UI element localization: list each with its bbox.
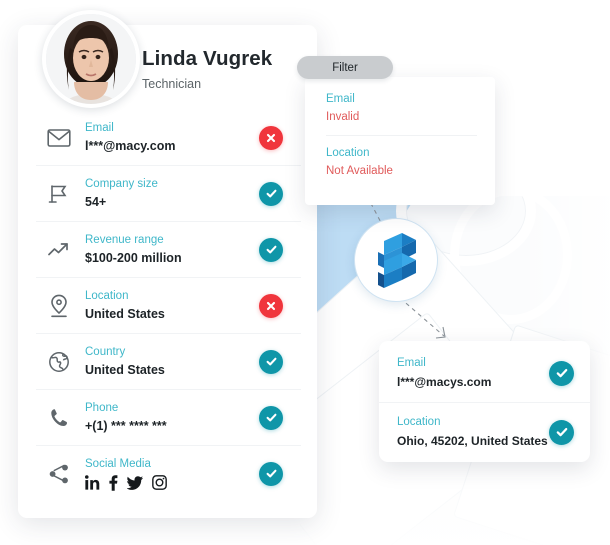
- status-badge-invalid: [259, 293, 283, 318]
- detail-text: Country United States: [82, 345, 259, 378]
- detail-row-phone[interactable]: Phone +(1) *** **** ***: [36, 389, 301, 445]
- profile-card: Linda Vugrek Technician Email l***@macy.…: [18, 10, 317, 518]
- detail-label: Revenue range: [85, 234, 164, 246]
- status-badge-valid: [259, 349, 283, 374]
- detail-text: Social Media: [82, 457, 259, 491]
- facebook-icon[interactable]: [109, 474, 118, 491]
- detail-row-location[interactable]: Location United States: [36, 277, 301, 333]
- status-badge-invalid: [259, 125, 283, 150]
- detail-value: +(1) *** **** ***: [85, 419, 167, 433]
- detail-label: Company size: [85, 178, 158, 190]
- filter-value: Not Available: [326, 165, 393, 177]
- detail-label: Country: [85, 346, 126, 358]
- avatar-photo: [46, 14, 136, 104]
- filter-panel: Email Invalid Location Not Available: [305, 77, 495, 205]
- flag-icon: [36, 183, 82, 205]
- result-row-location[interactable]: Location Ohio, 45202, United States: [379, 402, 590, 461]
- map-pin-icon: [36, 294, 82, 318]
- result-label: Location: [397, 416, 441, 428]
- filter-group-email[interactable]: Email Invalid: [326, 90, 359, 126]
- detail-row-social-media[interactable]: Social Media: [36, 445, 301, 501]
- result-card: Email l***@macys.com Location Ohio, 4520…: [379, 341, 590, 462]
- brand-cube-logo: [378, 233, 416, 288]
- detail-row-company-size[interactable]: Company size 54+: [36, 165, 301, 221]
- person-role: Technician: [142, 77, 202, 91]
- status-badge-valid: [549, 419, 574, 445]
- globe-icon: [36, 351, 82, 373]
- filter-tab-label: Filter: [332, 61, 358, 74]
- result-text: Location Ohio, 45202, United States: [379, 415, 549, 449]
- status-badge-valid: [259, 461, 283, 486]
- detail-label: Email: [85, 122, 114, 134]
- status-badge-valid: [549, 360, 574, 386]
- page-title: Linda Vugrek: [142, 47, 273, 70]
- detail-text: Location United States: [82, 289, 259, 322]
- detail-row-country[interactable]: Country United States: [36, 333, 301, 389]
- filter-label: Location: [326, 147, 370, 159]
- status-badge-valid: [259, 237, 283, 262]
- linkedin-icon[interactable]: [85, 475, 100, 490]
- detail-text: Company size 54+: [82, 177, 259, 210]
- detail-value: l***@macy.com: [85, 139, 176, 153]
- detail-value: United States: [85, 307, 165, 321]
- filter-group-location[interactable]: Location Not Available: [326, 144, 393, 180]
- detail-label: Phone: [85, 402, 119, 414]
- instagram-icon[interactable]: [152, 475, 167, 490]
- social-links: [85, 474, 259, 491]
- filter-tab-button[interactable]: Filter: [297, 56, 393, 79]
- detail-text: Phone +(1) *** **** ***: [82, 401, 259, 434]
- divider: [326, 135, 477, 136]
- share-icon: [36, 463, 82, 485]
- detail-label: Social Media: [85, 457, 151, 470]
- screenshot-stage: Linda Vugrek Technician Email l***@macy.…: [0, 0, 610, 545]
- detail-row-revenue-range[interactable]: Revenue range $100-200 million: [36, 221, 301, 277]
- trend-up-icon: [36, 240, 82, 260]
- twitter-icon[interactable]: [127, 475, 143, 490]
- detail-value: United States: [85, 363, 165, 377]
- detail-label: Location: [85, 290, 129, 302]
- status-badge-valid: [259, 181, 283, 206]
- filter-value: Invalid: [326, 111, 360, 123]
- detail-value: 54+: [85, 195, 107, 209]
- status-badge-valid: [259, 405, 283, 430]
- result-value: l***@macys.com: [397, 375, 492, 389]
- filter-label: Email: [326, 93, 355, 105]
- detail-text: Revenue range $100-200 million: [82, 233, 259, 266]
- result-row-email[interactable]: Email l***@macys.com: [379, 344, 590, 402]
- detail-text: Email l***@macy.com: [82, 121, 259, 154]
- profile-detail-list: Email l***@macy.com Company size 54+ Rev…: [18, 109, 317, 501]
- detail-row-email[interactable]: Email l***@macy.com: [36, 109, 301, 165]
- result-value: Ohio, 45202, United States: [397, 434, 548, 448]
- result-text: Email l***@macys.com: [379, 356, 549, 390]
- result-label: Email: [397, 357, 426, 369]
- envelope-icon: [36, 128, 82, 148]
- brand-logo-circle: [354, 218, 438, 302]
- phone-icon: [36, 407, 82, 429]
- detail-value: $100-200 million: [85, 251, 182, 265]
- avatar: [42, 10, 140, 108]
